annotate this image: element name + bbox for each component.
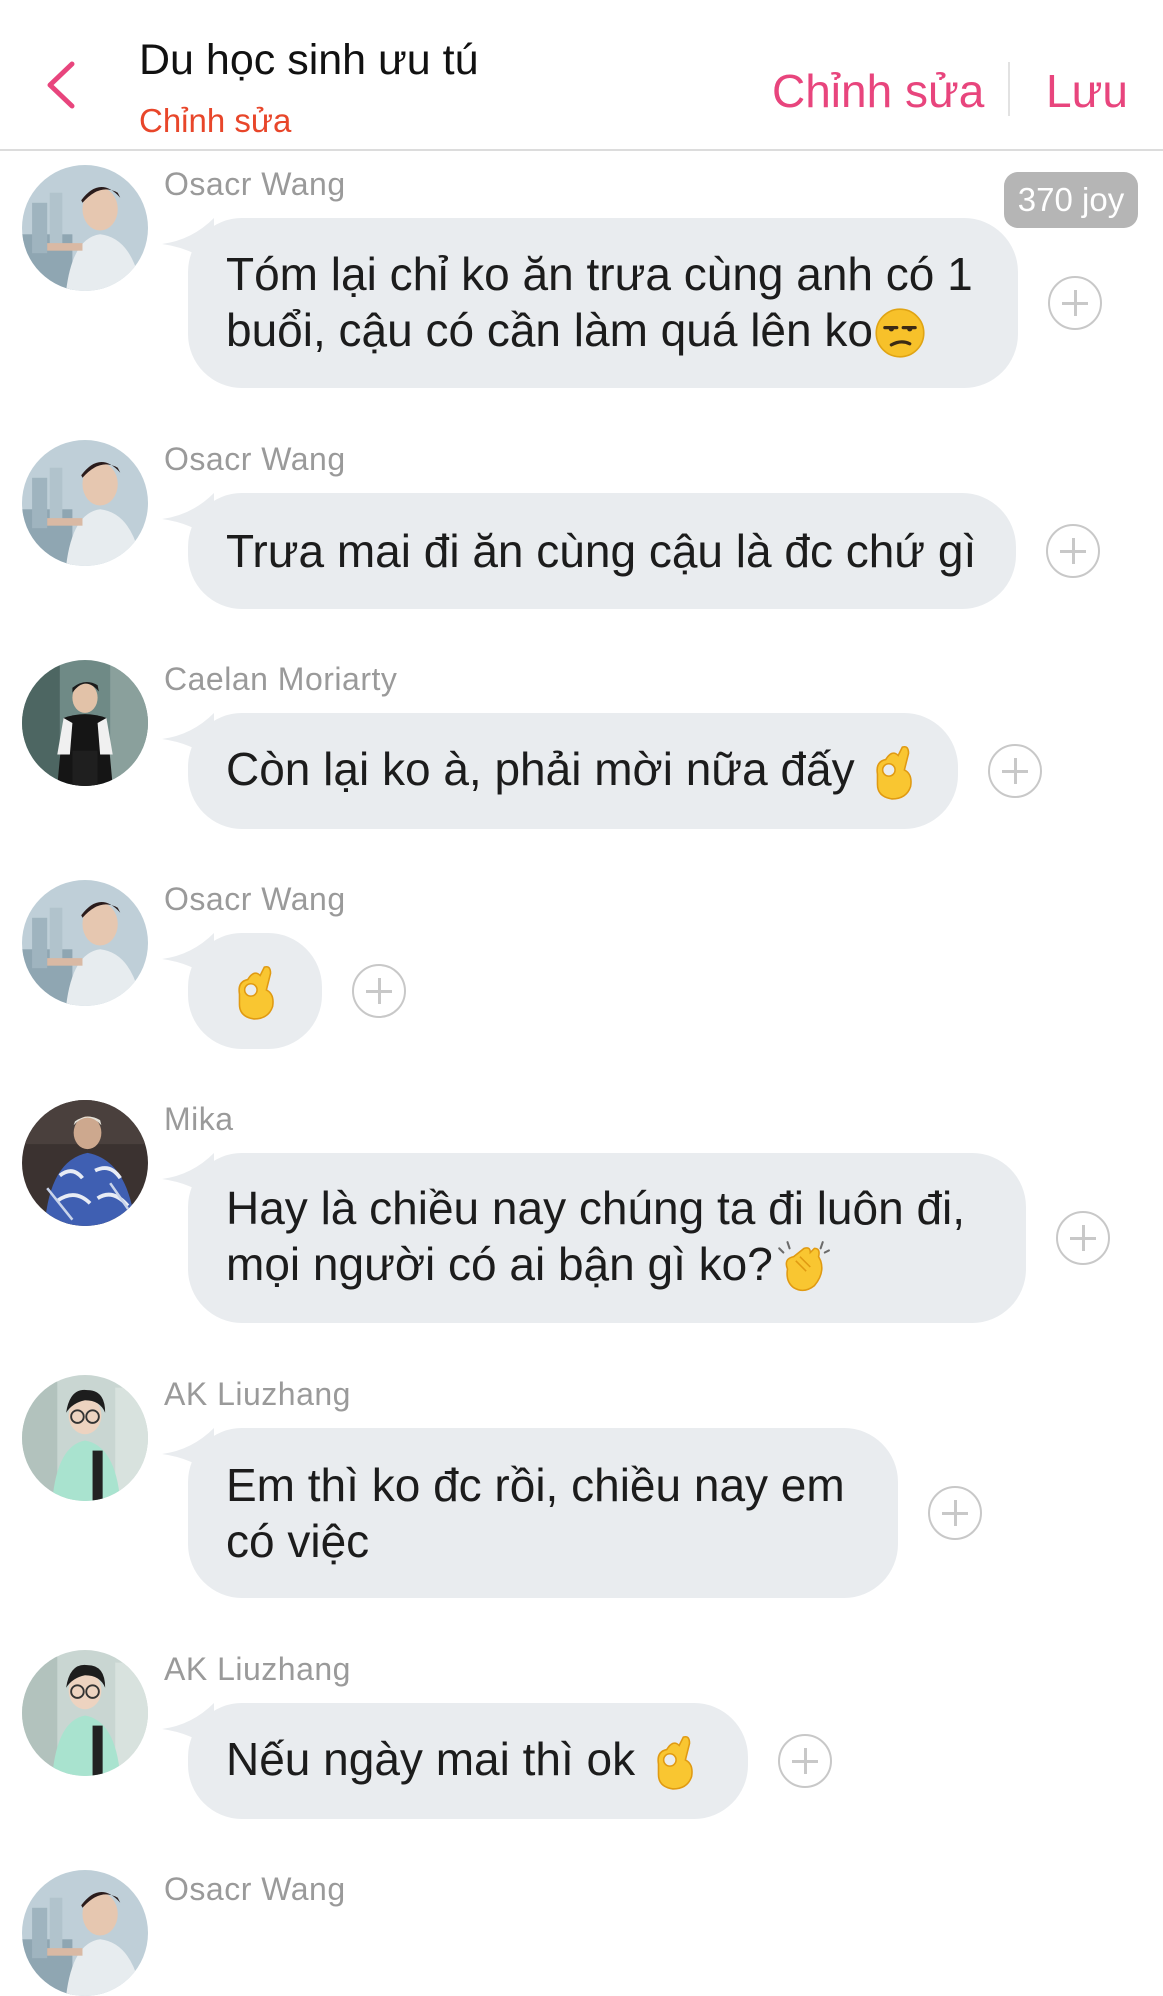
add-reaction-button[interactable] xyxy=(988,744,1042,798)
add-reaction-button[interactable] xyxy=(928,1486,982,1540)
bubble-tail xyxy=(162,493,214,541)
message-bubble[interactable]: Còn lại ko à, phải mời nữa đấy xyxy=(162,713,958,829)
avatar-osacr-wang[interactable] xyxy=(22,880,148,1006)
message-item: Osacr Wang Trưa mai đi ăn cùng cậu là đc… xyxy=(0,435,1163,615)
message-bubble[interactable]: Tóm lại chỉ ko ăn trưa cùng anh có 1 buổ… xyxy=(162,218,1018,388)
ok-hand-icon xyxy=(238,966,274,1021)
message-item: Caelan Moriarty Còn lại ko à, phải mời n… xyxy=(0,655,1163,835)
sender-name: AK Liuzhang xyxy=(164,1651,351,1687)
bubble-tail xyxy=(162,1428,214,1476)
message-bubble[interactable]: Nếu ngày mai thì ok xyxy=(162,1703,748,1819)
add-reaction-button[interactable] xyxy=(352,964,406,1018)
ok-hand-icon xyxy=(657,1736,693,1791)
bubble-tail xyxy=(162,1703,214,1751)
sender-name: Osacr Wang xyxy=(164,166,346,202)
chat-title: Du học sinh ưu tú xyxy=(139,36,479,84)
bubble-tail xyxy=(162,218,214,266)
chat-header: Du học sinh ưu tú Chỉnh sửa Chỉnh sửa Lư… xyxy=(0,0,1163,151)
sender-name: Mika xyxy=(164,1101,234,1137)
message-item: Mika Hay là chiều nay chúng ta đi luôn đ… xyxy=(0,1095,1163,1325)
message-bubble[interactable]: Trưa mai đi ăn cùng cậu là đc chứ gì xyxy=(162,493,1016,609)
message-item: Osacr Wang xyxy=(0,1865,1163,1996)
add-reaction-button[interactable] xyxy=(1056,1211,1110,1265)
sender-name: Osacr Wang xyxy=(164,441,346,477)
bubble-tail xyxy=(162,713,214,761)
sender-name: Osacr Wang xyxy=(164,1871,346,1907)
message-bubble[interactable]: Em thì ko đc rồi, chiều nay em có việc xyxy=(162,1428,898,1598)
avatar-ak-liuzhang[interactable] xyxy=(22,1375,148,1501)
message-text: Trưa mai đi ăn cùng cậu là đc chứ gì xyxy=(226,525,977,577)
sender-name: Caelan Moriarty xyxy=(164,661,398,697)
clapping-hands-icon xyxy=(777,1241,830,1292)
message-text: Còn lại ko à, phải mời nữa đấy xyxy=(226,742,855,795)
bubble-tail xyxy=(162,1153,214,1201)
avatar-osacr-wang[interactable] xyxy=(22,165,148,291)
back-chevron-icon[interactable] xyxy=(42,60,82,110)
avatar-caelan-moriarty[interactable] xyxy=(22,660,148,786)
save-button[interactable]: Lưu xyxy=(1046,64,1128,118)
add-reaction-button[interactable] xyxy=(1046,524,1100,578)
add-reaction-button[interactable] xyxy=(1048,276,1102,330)
message-item: AK Liuzhang Em thì ko đc rồi, chiều nay … xyxy=(0,1370,1163,1600)
header-divider xyxy=(1008,62,1010,116)
message-bubble[interactable]: Hay là chiều nay chúng ta đi luôn đi, mọ… xyxy=(162,1153,1026,1323)
avatar-osacr-wang[interactable] xyxy=(22,1870,148,1996)
message-item: Osacr Wang xyxy=(0,875,1163,1055)
joy-badge: 370 joy xyxy=(1004,172,1138,228)
unamused-face-icon xyxy=(875,308,925,358)
avatar-mika[interactable] xyxy=(22,1100,148,1226)
add-reaction-button[interactable] xyxy=(778,1734,832,1788)
message-item: Osacr Wang Tóm lại chỉ ko ăn trưa cùng a… xyxy=(0,160,1163,390)
chat-subtitle[interactable]: Chỉnh sửa xyxy=(139,102,291,140)
message-text: Hay là chiều nay chúng ta đi luôn đi, mọ… xyxy=(226,1181,966,1290)
avatar-osacr-wang[interactable] xyxy=(22,440,148,566)
message-text: Nếu ngày mai thì ok xyxy=(226,1732,636,1785)
message-text: Em thì ko đc rồi, chiều nay em có việc xyxy=(226,1459,845,1567)
message-text: Tóm lại chỉ ko ăn trưa cùng anh có 1 buổ… xyxy=(226,247,973,356)
ok-hand-icon xyxy=(876,746,913,801)
message-bubble[interactable] xyxy=(162,933,322,1049)
avatar-ak-liuzhang[interactable] xyxy=(22,1650,148,1776)
message-item: AK Liuzhang Nếu ngày mai thì ok xyxy=(0,1645,1163,1825)
edit-button[interactable]: Chỉnh sửa xyxy=(772,64,984,118)
bubble-tail xyxy=(162,933,214,981)
sender-name: Osacr Wang xyxy=(164,881,346,917)
sender-name: AK Liuzhang xyxy=(164,1376,351,1412)
